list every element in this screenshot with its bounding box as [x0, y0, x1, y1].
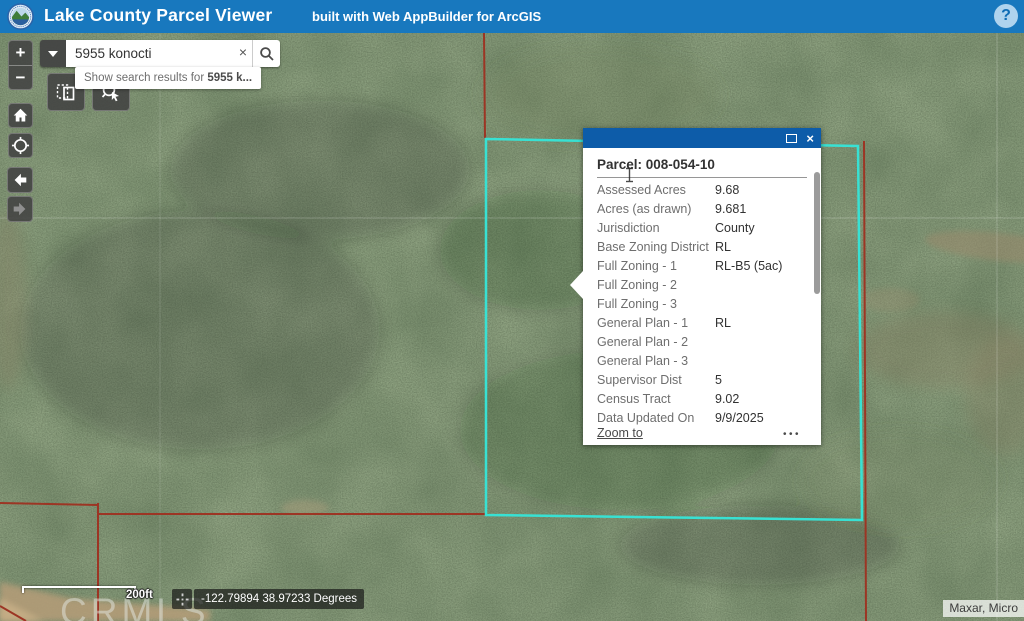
crosshair-dots-icon [176, 593, 189, 606]
popup-field-row: Assessed Acres 9.68 [597, 181, 807, 200]
field-value: 9.681 [715, 200, 746, 219]
popup-field-row: General Plan - 1 RL [597, 314, 807, 333]
zoom-control: + − [8, 40, 33, 90]
popup-scrollbar[interactable] [814, 172, 820, 294]
field-value: 5 [715, 371, 722, 390]
arrow-right-icon [11, 200, 29, 218]
search-button[interactable] [252, 40, 280, 67]
coordinate-widget: -122.79894 38.97233 Degrees [172, 589, 364, 609]
popup-field-row: Acres (as drawn) 9.681 [597, 200, 807, 219]
search-icon [259, 46, 275, 62]
popup-field-row: Supervisor Dist 5 [597, 371, 807, 390]
map-attribution: Maxar, Micro [943, 600, 1024, 617]
popup-body: Parcel: 008-054-10 Assessed Acres 9.68 A… [583, 148, 821, 445]
suggestion-term: 5955 k... [207, 72, 252, 84]
field-value: 9/9/2025 [715, 409, 764, 428]
field-value: RL [715, 314, 731, 333]
popup-field-row: General Plan - 2 [597, 333, 807, 352]
popup-more-actions-button[interactable]: ••• [783, 429, 801, 440]
app-header: Lake County Parcel Viewer built with Web… [0, 0, 1024, 33]
my-location-button[interactable] [8, 133, 33, 158]
search-bar: × [40, 40, 280, 67]
search-suggestion-item[interactable]: Show search results for 5955 k... [75, 67, 261, 89]
field-label: Full Zoning - 1 [597, 257, 715, 276]
help-button[interactable]: ? [994, 4, 1018, 28]
popup-field-row: Census Tract 9.02 [597, 390, 807, 409]
field-label: Jurisdiction [597, 219, 715, 238]
field-value: 9.68 [715, 181, 739, 200]
search-input[interactable] [66, 40, 252, 67]
popup-anchor-pointer [570, 271, 583, 299]
field-value: 9.02 [715, 390, 739, 409]
search-field-wrap: × [66, 40, 252, 67]
clear-search-icon[interactable]: × [239, 44, 247, 60]
lake-county-seal-logo [7, 3, 34, 30]
field-label: General Plan - 2 [597, 333, 715, 352]
previous-extent-button[interactable] [7, 167, 33, 193]
field-label: General Plan - 1 [597, 314, 715, 333]
field-label: Base Zoning District [597, 238, 715, 257]
field-label: Acres (as drawn) [597, 200, 715, 219]
home-icon [12, 107, 29, 124]
chevron-down-icon [48, 51, 58, 57]
layers-compare-icon [55, 81, 77, 103]
field-label: Supervisor Dist [597, 371, 715, 390]
get-coordinates-button[interactable] [172, 589, 192, 609]
popup-field-row: General Plan - 3 [597, 352, 807, 371]
suggestion-prefix: Show search results for [84, 72, 207, 84]
coordinates-readout: -122.79894 38.97233 Degrees [194, 589, 364, 609]
map-canvas[interactable] [0, 0, 1024, 621]
header-subtitle: built with Web AppBuilder for ArcGIS [312, 9, 541, 24]
home-extent-button[interactable] [8, 103, 33, 128]
scale-label: 200ft [126, 589, 153, 601]
arrow-left-icon [11, 171, 29, 189]
parcel-popup: × Parcel: 008-054-10 Assessed Acres 9.68… [583, 128, 821, 445]
popup-field-row: Full Zoning - 1 RL-B5 (5ac) [597, 257, 807, 276]
field-label: General Plan - 3 [597, 352, 715, 371]
popup-titlebar[interactable]: × [583, 128, 821, 148]
field-value: County [715, 219, 755, 238]
popup-field-row: Full Zoning - 3 [597, 295, 807, 314]
locate-crosshair-icon [11, 136, 30, 155]
zoom-in-button[interactable]: + [9, 41, 32, 65]
scale-bar [22, 586, 136, 593]
app-window: Lake County Parcel Viewer built with Web… [0, 0, 1024, 621]
popup-field-row: Jurisdiction County [597, 219, 807, 238]
popup-field-list: Assessed Acres 9.68 Acres (as drawn) 9.6… [597, 181, 807, 428]
popup-field-row: Full Zoning - 2 [597, 276, 807, 295]
field-value: RL-B5 (5ac) [715, 257, 782, 276]
search-source-dropdown-button[interactable] [40, 40, 66, 67]
field-value: RL [715, 238, 731, 257]
maximize-icon[interactable] [786, 134, 797, 143]
zoom-out-button[interactable]: − [9, 66, 32, 90]
field-label: Assessed Acres [597, 181, 715, 200]
text-cursor-icon [624, 167, 635, 183]
page-title: Lake County Parcel Viewer [44, 5, 272, 26]
field-label: Census Tract [597, 390, 715, 409]
close-icon[interactable]: × [806, 133, 814, 144]
popup-field-row: Base Zoning District RL [597, 238, 807, 257]
next-extent-button[interactable] [7, 196, 33, 222]
zoom-to-link[interactable]: Zoom to [597, 426, 643, 440]
field-label: Full Zoning - 3 [597, 295, 715, 314]
field-label: Full Zoning - 2 [597, 276, 715, 295]
